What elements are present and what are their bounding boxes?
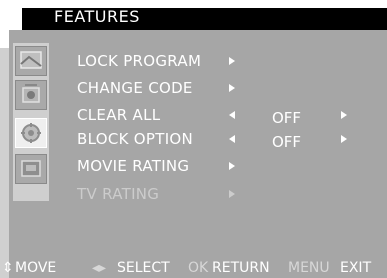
menu-header: FEATURES [0,0,387,30]
menu-item-tv-rating[interactable]: TV RATING [77,183,159,205]
menu-item-movie-rating[interactable]: MOVIE RATING [77,155,189,177]
chevron-left-icon[interactable] [229,111,235,119]
setup-icon[interactable] [15,154,47,184]
menu-key-label: MENU [288,260,330,276]
picture-icon[interactable] [15,46,47,76]
sound-icon[interactable] [15,80,47,110]
move-hint-label: MOVE [15,260,57,276]
page-title: FEATURES [54,7,140,26]
select-hint-label: SELECT [117,260,170,276]
footer-hints: ⇕ MOVE ◂▸ SELECT OK RETURN MENU EXIT [0,258,387,278]
left-edge [0,30,9,278]
features-icon[interactable] [15,118,47,148]
chevron-right-icon [229,162,235,170]
ok-key-label: OK [188,260,209,276]
menu-item-block-option[interactable]: BLOCK OPTION [77,128,193,150]
chevron-right-icon[interactable] [341,135,347,143]
menu-item-change-code[interactable]: CHANGE CODE [77,77,193,99]
chevron-left-icon[interactable] [229,135,235,143]
left-notch [0,30,9,48]
move-icon: ⇕ [2,260,14,276]
block-option-value: OFF [272,133,302,151]
chevron-right-icon[interactable] [341,111,347,119]
clear-all-value: OFF [272,109,302,127]
menu-item-lock-program[interactable]: LOCK PROGRAM [77,50,201,72]
menu-item-clear-all[interactable]: CLEAR ALL [77,104,160,126]
chevron-right-icon [229,190,235,198]
return-hint-label: RETURN [212,260,270,276]
chevron-right-icon [229,57,235,65]
select-icon: ◂▸ [92,260,107,276]
exit-hint-label: EXIT [340,260,372,276]
features-menu-screen: FEATURES LOCK PROGRAM CHANGE CODE CLEAR … [0,0,387,278]
header-left-margin [0,0,22,30]
chevron-right-icon [229,84,235,92]
